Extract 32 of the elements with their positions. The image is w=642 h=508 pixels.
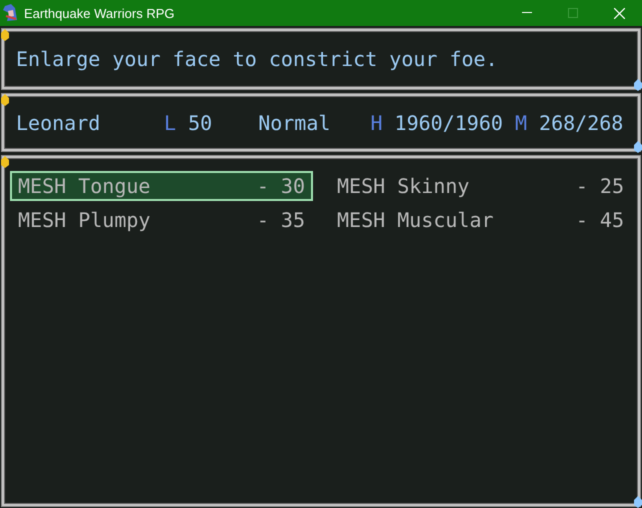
- gem-icon: [1, 94, 9, 106]
- skill-name: MESH Tongue: [18, 174, 150, 198]
- skill-name: MESH Plumpy: [18, 208, 150, 232]
- gem-icon: [1, 156, 9, 168]
- minimize-icon: [522, 12, 532, 14]
- close-icon: [614, 8, 624, 18]
- skill-name: MESH Muscular: [337, 208, 494, 232]
- skill-cost: - 30: [256, 174, 305, 198]
- gem-icon: [634, 141, 642, 153]
- help-text: Enlarge your face to constrict your foe.: [16, 47, 498, 71]
- window-title: Earthquake Warriors RPG: [24, 6, 176, 20]
- skill-cost: - 35: [256, 208, 305, 232]
- skill-item[interactable]: MESH Tongue - 30: [10, 171, 313, 201]
- skill-item[interactable]: MESH Muscular - 45: [329, 205, 632, 235]
- gem-icon: [634, 496, 642, 508]
- hp-label: H: [370, 110, 382, 134]
- level-value: 50: [188, 110, 212, 134]
- level-label: L: [164, 110, 176, 134]
- skill-cost: - 25: [576, 174, 624, 198]
- hp-value: 1960/1960: [394, 110, 503, 134]
- actor-name: Leonard: [16, 110, 102, 134]
- skill-item[interactable]: MESH Plumpy - 35: [10, 205, 313, 235]
- skill-item[interactable]: MESH Skinny - 25: [329, 171, 632, 201]
- skill-cost: - 45: [576, 208, 624, 232]
- mp-value: 268/268: [539, 110, 624, 134]
- condition-text: Normal: [258, 110, 330, 134]
- skill-name: MESH Skinny: [337, 174, 470, 198]
- maximize-icon: [568, 8, 578, 18]
- app-icon: [3, 4, 19, 22]
- gem-icon: [634, 79, 642, 91]
- gem-icon: [1, 29, 9, 41]
- mp-label: M: [514, 110, 527, 134]
